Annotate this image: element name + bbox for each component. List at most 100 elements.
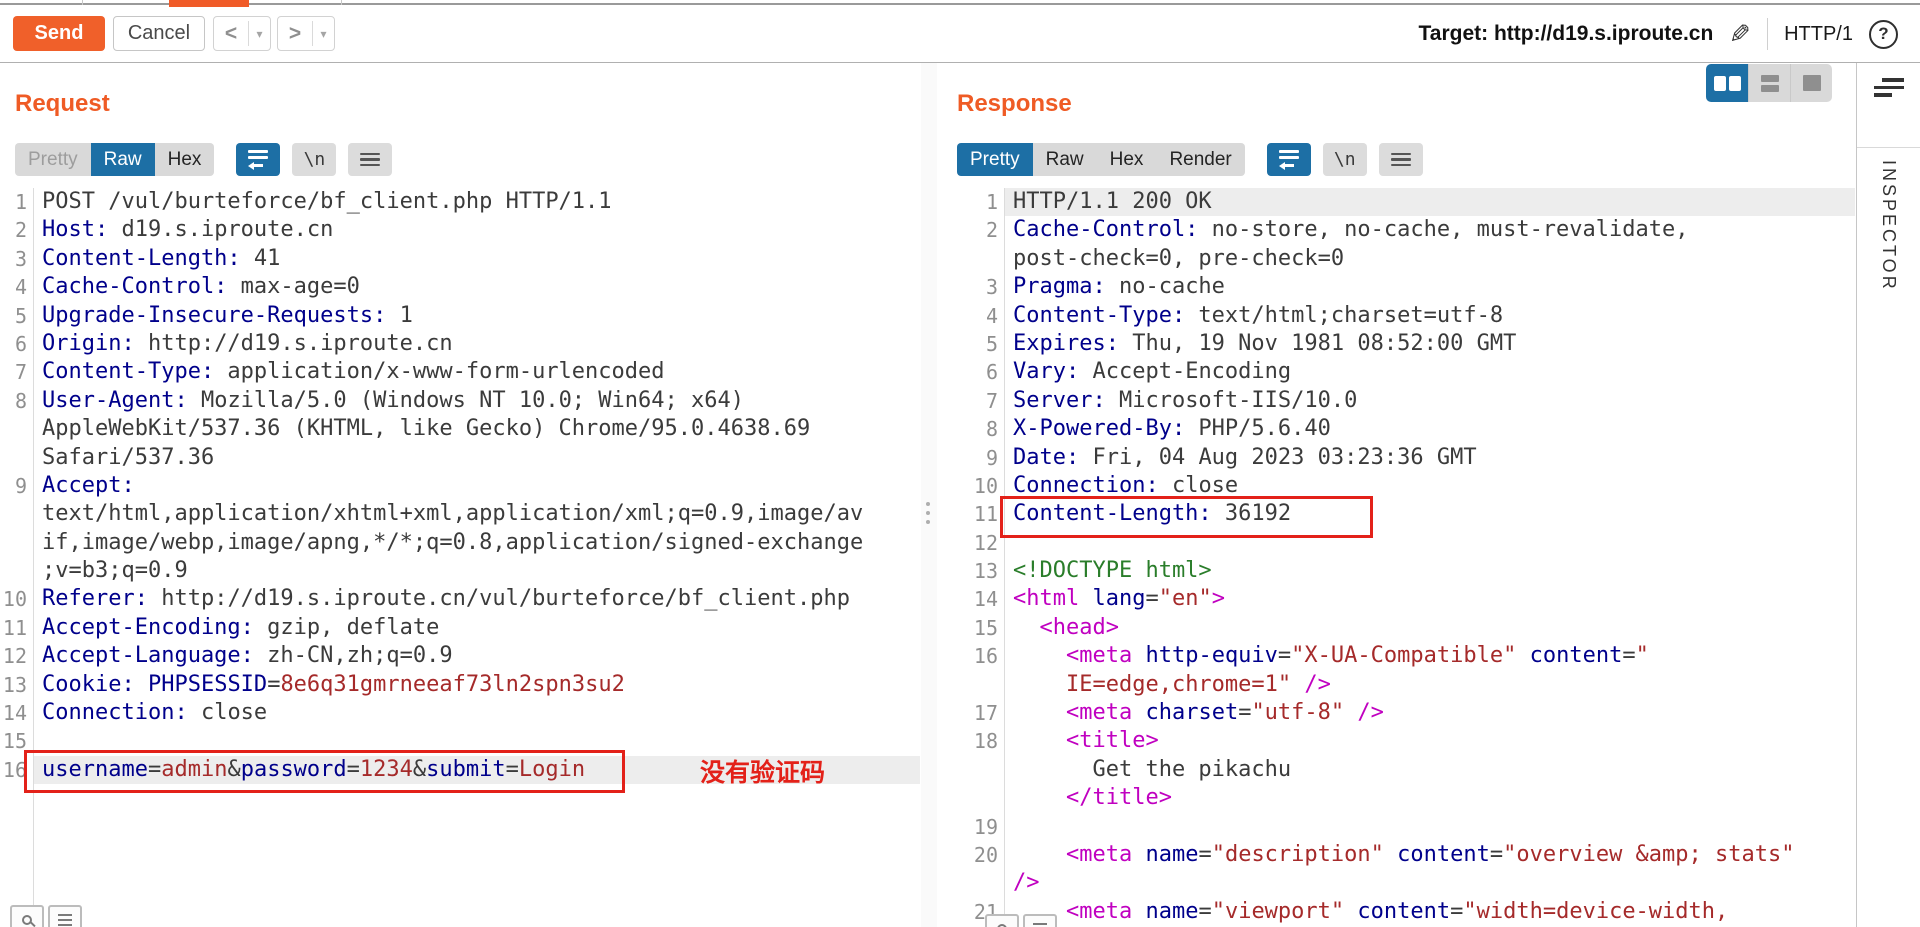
code-line[interactable]: 15 <head> bbox=[938, 614, 1855, 642]
word-wrap-button[interactable] bbox=[1267, 143, 1311, 176]
code-segment bbox=[1384, 842, 1397, 867]
cancel-button[interactable]: Cancel bbox=[113, 16, 205, 51]
code-line[interactable]: /> bbox=[938, 869, 1855, 897]
show-newlines-button[interactable]: \n bbox=[292, 143, 336, 176]
code-line[interactable]: 13Cookie: PHPSESSID=8e6q31gmrneeaf73ln2s… bbox=[0, 671, 920, 699]
code-line[interactable]: 3Content-Length: 41 bbox=[0, 245, 920, 273]
code-line[interactable]: 6Vary: Accept-Encoding bbox=[938, 358, 1855, 386]
rows-layout-icon bbox=[1761, 75, 1779, 92]
code-line[interactable]: 1HTTP/1.1 200 OK bbox=[938, 188, 1855, 216]
response-editor[interactable]: 1HTTP/1.1 200 OK2Cache-Control: no-store… bbox=[938, 188, 1855, 926]
chevron-down-icon[interactable]: ▾ bbox=[313, 17, 334, 50]
inspector-collapse-button[interactable] bbox=[1874, 78, 1904, 97]
inspector-label[interactable]: INSPECTOR bbox=[1878, 160, 1899, 292]
code-line[interactable]: 18 <title> bbox=[938, 727, 1855, 755]
code-line[interactable]: 17 <meta charset="utf-8" /> bbox=[938, 699, 1855, 727]
active-tab-indicator bbox=[169, 0, 249, 7]
code-line[interactable]: 1POST /vul/burteforce/bf_client.php HTTP… bbox=[0, 188, 920, 216]
editor-menu-button[interactable] bbox=[348, 143, 392, 176]
http-version-label[interactable]: HTTP/1 bbox=[1784, 23, 1853, 46]
code-line[interactable]: if,image/webp,image/apng,*/*;q=0.8,appli… bbox=[0, 529, 920, 557]
search-options-button[interactable] bbox=[48, 905, 82, 927]
help-icon[interactable]: ? bbox=[1869, 20, 1898, 49]
splitter-handle-icon[interactable] bbox=[926, 502, 930, 524]
search-button[interactable] bbox=[985, 914, 1019, 927]
tab-pretty[interactable]: Pretty bbox=[957, 143, 1033, 176]
tab-render[interactable]: Render bbox=[1156, 143, 1244, 176]
code-segment: if,image/webp,image/apng,*/*;q=0.8,appli… bbox=[42, 530, 863, 555]
columns-layout-icon bbox=[1714, 76, 1726, 91]
code-line[interactable]: 3Pragma: no-cache bbox=[938, 273, 1855, 301]
code-line[interactable]: 8User-Agent: Mozilla/5.0 (Windows NT 10.… bbox=[0, 387, 920, 415]
edit-target-pencil-icon[interactable]: ✎ bbox=[1729, 19, 1751, 50]
code-segment: name bbox=[1145, 899, 1198, 924]
code-segment: no-store, no-cache, must-revalidate, bbox=[1198, 217, 1688, 242]
code-segment: POST /vul/burteforce/bf_client.php HTTP/… bbox=[42, 189, 612, 214]
code-line[interactable]: 4Content-Type: text/html;charset=utf-8 bbox=[938, 302, 1855, 330]
code-line[interactable]: 19 bbox=[938, 813, 1855, 841]
code-segment: Cookie: bbox=[42, 672, 135, 697]
code-line[interactable]: 14<html lang="en"> bbox=[938, 585, 1855, 613]
code-text: text/html,application/xhtml+xml,applicat… bbox=[33, 500, 920, 528]
code-line[interactable]: AppleWebKit/537.36 (KHTML, like Gecko) C… bbox=[0, 415, 920, 443]
send-button[interactable]: Send bbox=[13, 16, 105, 51]
code-line[interactable]: 2Cache-Control: no-store, no-cache, must… bbox=[938, 216, 1855, 244]
code-line[interactable]: </title> bbox=[938, 784, 1855, 812]
code-line[interactable]: 21 <meta name="viewport" content="width=… bbox=[938, 898, 1855, 926]
code-line[interactable]: 16 <meta http-equiv="X-UA-Compatible" co… bbox=[938, 642, 1855, 670]
tab-hex[interactable]: Hex bbox=[1097, 143, 1157, 176]
code-line[interactable]: 9Date: Fri, 04 Aug 2023 03:23:36 GMT bbox=[938, 444, 1855, 472]
code-line[interactable]: 20 <meta name="description" content="ove… bbox=[938, 841, 1855, 869]
code-line[interactable]: 4Cache-Control: max-age=0 bbox=[0, 273, 920, 301]
code-line[interactable]: 8X-Powered-By: PHP/5.6.40 bbox=[938, 415, 1855, 443]
code-line[interactable]: 12Accept-Language: zh-CN,zh;q=0.9 bbox=[0, 642, 920, 670]
code-line[interactable]: post-check=0, pre-check=0 bbox=[938, 245, 1855, 273]
code-line[interactable]: 2Host: d19.s.iproute.cn bbox=[0, 216, 920, 244]
tab-raw[interactable]: Raw bbox=[91, 143, 155, 176]
layout-rows-button[interactable] bbox=[1748, 64, 1790, 102]
code-segment: "description" bbox=[1212, 842, 1384, 867]
tab-raw[interactable]: Raw bbox=[1033, 143, 1097, 176]
code-line[interactable]: 11Accept-Encoding: gzip, deflate bbox=[0, 614, 920, 642]
code-line[interactable]: Safari/537.36 bbox=[0, 444, 920, 472]
panel-splitter[interactable] bbox=[921, 63, 937, 927]
code-line[interactable]: 13<!DOCTYPE html> bbox=[938, 557, 1855, 585]
code-segment: http://d19.s.iproute.cn/vul/burteforce/b… bbox=[148, 586, 850, 611]
search-options-button[interactable] bbox=[1023, 914, 1057, 927]
show-newlines-button[interactable]: \n bbox=[1323, 143, 1367, 176]
code-line[interactable]: text/html,application/xhtml+xml,applicat… bbox=[0, 500, 920, 528]
code-line[interactable]: 5Expires: Thu, 19 Nov 1981 08:52:00 GMT bbox=[938, 330, 1855, 358]
code-line[interactable]: ;v=b3;q=0.9 bbox=[0, 557, 920, 585]
code-segment: Origin: bbox=[42, 331, 135, 356]
layout-columns-button[interactable] bbox=[1706, 64, 1748, 102]
code-line[interactable]: 7Server: Microsoft-IIS/10.0 bbox=[938, 387, 1855, 415]
chevron-down-icon[interactable]: ▾ bbox=[249, 17, 270, 50]
line-number bbox=[938, 245, 1004, 273]
code-text: POST /vul/burteforce/bf_client.php HTTP/… bbox=[33, 188, 920, 216]
back-button[interactable]: < ▾ bbox=[213, 16, 271, 51]
back-arrow-icon: < bbox=[214, 17, 248, 50]
request-editor[interactable]: 1POST /vul/burteforce/bf_client.php HTTP… bbox=[0, 188, 920, 784]
code-line[interactable]: 9Accept: bbox=[0, 472, 920, 500]
search-button[interactable] bbox=[10, 905, 44, 927]
word-wrap-icon bbox=[248, 162, 268, 170]
code-line[interactable]: 10Referer: http://d19.s.iproute.cn/vul/b… bbox=[0, 585, 920, 613]
code-segment bbox=[1013, 615, 1040, 640]
divider bbox=[1004, 188, 1005, 927]
code-line[interactable]: 5Upgrade-Insecure-Requests: 1 bbox=[0, 302, 920, 330]
line-number: 11 bbox=[938, 500, 1004, 528]
code-text: Host: d19.s.iproute.cn bbox=[33, 216, 920, 244]
editor-menu-button[interactable] bbox=[1379, 143, 1423, 176]
word-wrap-button[interactable] bbox=[236, 143, 280, 176]
request-panel-title: Request bbox=[15, 90, 110, 118]
layout-single-button[interactable] bbox=[1790, 64, 1832, 102]
code-line[interactable]: IE=edge,chrome=1" /> bbox=[938, 671, 1855, 699]
code-line[interactable]: 7Content-Type: application/x-www-form-ur… bbox=[0, 358, 920, 386]
code-line[interactable]: 6Origin: http://d19.s.iproute.cn bbox=[0, 330, 920, 358]
code-line[interactable]: 14Connection: close bbox=[0, 699, 920, 727]
code-line[interactable]: Get the pikachu bbox=[938, 756, 1855, 784]
forward-button[interactable]: > ▾ bbox=[277, 16, 335, 51]
code-segment: PHP/5.6.40 bbox=[1185, 416, 1331, 441]
code-segment: lang bbox=[1092, 586, 1145, 611]
tab-hex[interactable]: Hex bbox=[155, 143, 215, 176]
